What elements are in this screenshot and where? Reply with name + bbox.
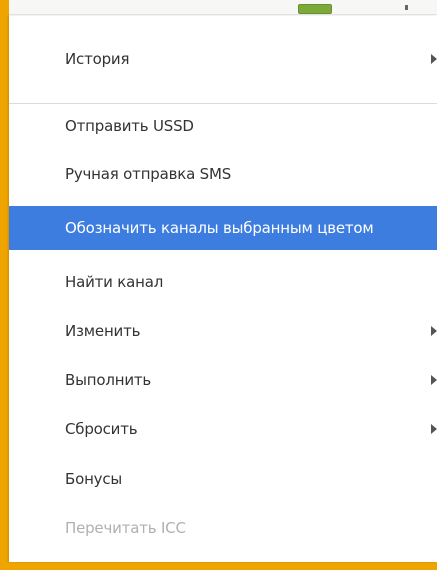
menu-item-reset[interactable]: Сбросить: [9, 407, 437, 451]
menu-item-label: Найти канал: [65, 273, 164, 291]
menu-item-edit[interactable]: Изменить: [9, 309, 437, 353]
background-toolbar: [0, 0, 437, 15]
menu-item-label: Обозначить каналы выбранным цветом: [65, 219, 374, 237]
menu-item-label: Сбросить: [65, 420, 138, 438]
menu-item-bonuses[interactable]: Бонусы: [9, 457, 437, 501]
toolbar-marker-icon: [405, 5, 408, 10]
menu-item-label: История: [65, 50, 130, 68]
window-frame-bottom: [0, 562, 437, 570]
context-menu: История Отправить USSD Ручная отправка S…: [9, 16, 437, 562]
submenu-arrow-icon: [431, 375, 437, 385]
submenu-arrow-icon: [431, 326, 437, 336]
menu-item-manual-sms[interactable]: Ручная отправка SMS: [9, 152, 437, 196]
menu-item-history[interactable]: История: [9, 37, 437, 81]
menu-item-send-ussd[interactable]: Отправить USSD: [9, 104, 437, 148]
menu-item-label: Ручная отправка SMS: [65, 165, 232, 183]
menu-item-label: Отправить USSD: [65, 117, 194, 135]
menu-item-label: Выполнить: [65, 371, 152, 389]
menu-item-reread-icc: Перечитать ICC: [9, 506, 437, 550]
menu-item-label: Перечитать ICC: [65, 519, 186, 537]
window-frame-left: [0, 0, 9, 570]
menu-item-execute[interactable]: Выполнить: [9, 358, 437, 402]
menu-item-label: Изменить: [65, 322, 141, 340]
menu-item-mark-channels-color[interactable]: Обозначить каналы выбранным цветом: [9, 206, 437, 250]
toolbar-indicator-icon: [298, 4, 332, 14]
menu-item-label: Бонусы: [65, 470, 123, 488]
submenu-arrow-icon: [431, 424, 437, 434]
menu-item-find-channel[interactable]: Найти канал: [9, 260, 437, 304]
submenu-arrow-icon: [431, 54, 437, 64]
